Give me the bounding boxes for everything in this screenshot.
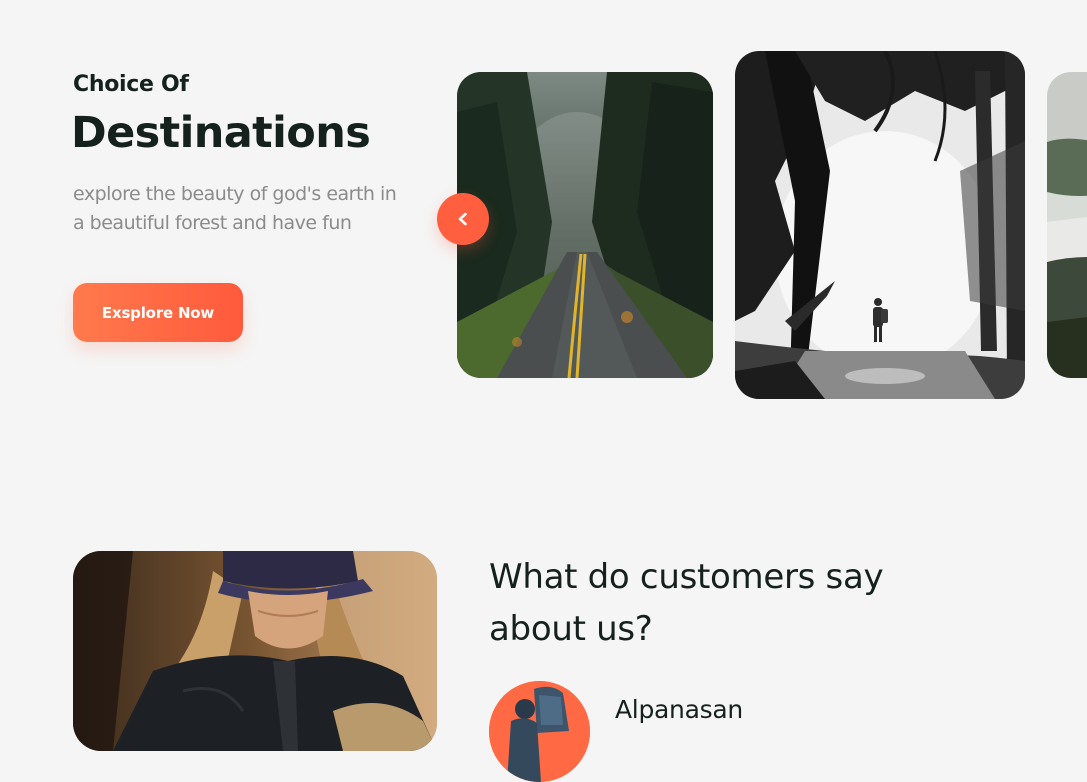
camper-in-tent-photo — [73, 551, 437, 751]
misty-forest-hiker-photo — [735, 51, 1025, 399]
explore-now-button[interactable]: Exsplore Now — [73, 283, 243, 342]
destination-card-misty-forest[interactable] — [735, 51, 1025, 399]
hero-eyebrow: Choice Of — [73, 72, 189, 97]
testimonials-title-line: What do customers say — [489, 557, 884, 597]
chevron-left-icon — [458, 212, 467, 226]
testimonial-photo — [73, 551, 437, 751]
hero-title: Destinations — [71, 108, 371, 158]
carousel-prev-button[interactable] — [437, 193, 489, 245]
hero-description-line: explore the beauty of god's earth in — [73, 183, 397, 205]
destination-card-forest-road[interactable] — [457, 72, 713, 378]
backpacker-avatar — [489, 681, 590, 782]
hero-description-line: a beautiful forest and have fun — [73, 212, 352, 234]
reviewer-name: Alpanasan — [615, 695, 743, 724]
hero-description: explore the beauty of god's earth in a b… — [73, 180, 433, 238]
forest-road-photo — [457, 72, 713, 378]
testimonials-title: What do customers say about us? — [489, 551, 1009, 655]
foggy-hills-photo — [1047, 72, 1087, 378]
reviewer-avatar — [489, 681, 590, 782]
destination-card-foggy-hills[interactable] — [1047, 72, 1087, 378]
testimonials-title-line: about us? — [489, 609, 653, 649]
